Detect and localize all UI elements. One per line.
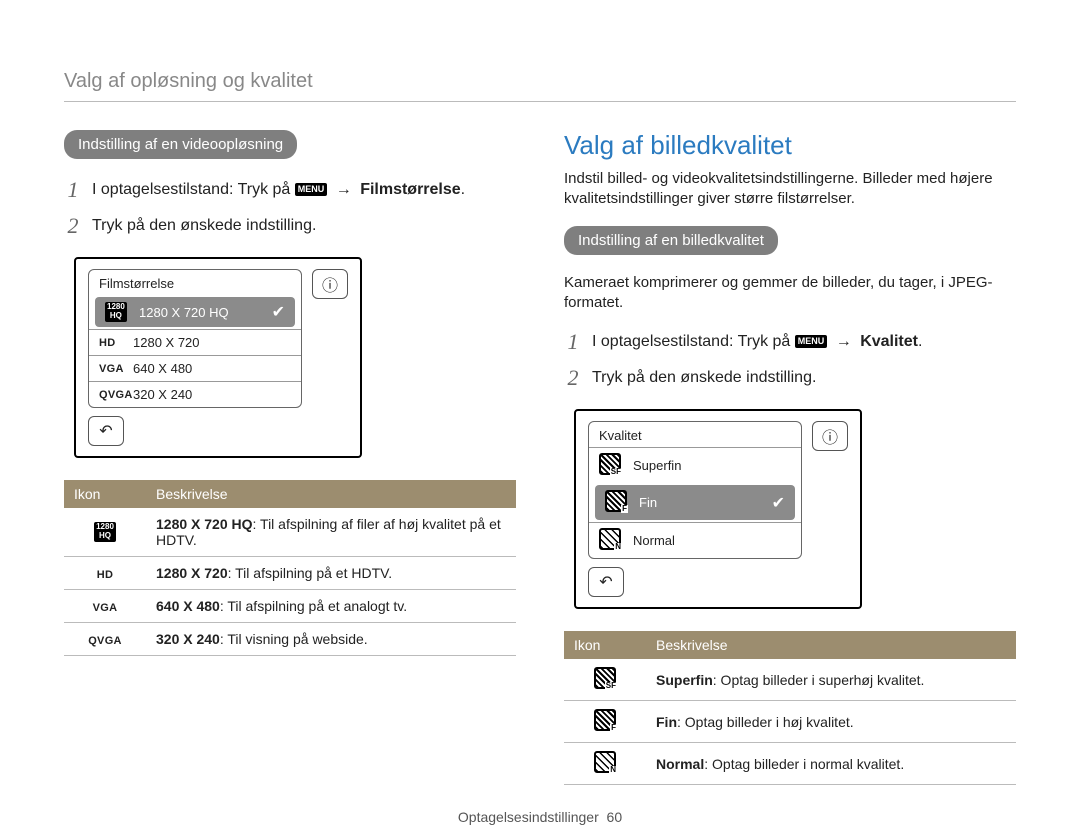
normal-icon: [564, 743, 646, 785]
table-row: Fin: Optag billeder i høj kvalitet.: [564, 701, 1016, 743]
footer-section: Optagelsesindstillinger: [458, 809, 599, 825]
fine-icon: [605, 490, 639, 515]
hd-icon: HD: [64, 557, 146, 590]
normal-icon: [599, 528, 633, 553]
jpeg-text: Kameraet komprimerer og gemmer de billed…: [564, 273, 1016, 314]
quality-desc-table: Ikon Beskrivelse Superfin: Optag billede…: [564, 631, 1016, 785]
th-ikon: Ikon: [564, 631, 646, 659]
page-footer: Optagelsesindstillinger 60: [64, 809, 1016, 825]
footer-page: 60: [607, 809, 623, 825]
check-icon: ✔: [772, 493, 785, 513]
table-row: Normal: Optag billeder i normal kvalitet…: [564, 743, 1016, 785]
pill-image-quality: Indstilling af en billedkvalitet: [564, 226, 778, 255]
steps-left: 1 I optagelsestilstand: Tryk på MENU → F…: [64, 177, 516, 239]
intro-text: Indstil billed- og videokvalitetsindstil…: [564, 169, 1016, 210]
steps-right: 1 I optagelsestilstand: Tryk på MENU → K…: [564, 329, 1016, 391]
step-2: 2 Tryk på den ønskede indstilling.: [64, 213, 516, 239]
screen-panel: Filmstørrelse 1280HQ 1280 X 720 HQ ✔ HD …: [88, 269, 302, 408]
info-button[interactable]: ⓘ: [812, 421, 848, 451]
screen-row-superfin[interactable]: Superfin: [589, 447, 801, 483]
superfine-icon: [599, 453, 633, 478]
camera-screen-left: Filmstørrelse 1280HQ 1280 X 720 HQ ✔ HD …: [74, 257, 362, 458]
th-beskrivelse: Beskrivelse: [146, 480, 516, 508]
screen-panel: Kvalitet Superfin Fin ✔: [588, 421, 802, 559]
video-desc-table: Ikon Beskrivelse 1280HQ 1280 X 720 HQ: T…: [64, 480, 516, 656]
step-2: 2 Tryk på den ønskede indstilling.: [564, 365, 1016, 391]
arrow-icon: →: [336, 181, 352, 198]
step-text: Tryk på den ønskede indstilling.: [592, 369, 816, 387]
th-ikon: Ikon: [64, 480, 146, 508]
desc-cell: Superfin: Optag billeder i superhøj kval…: [646, 659, 1016, 701]
th-beskrivelse: Beskrivelse: [646, 631, 1016, 659]
step-tail: .: [461, 181, 465, 198]
info-button[interactable]: ⓘ: [312, 269, 348, 299]
hd-icon: HD: [99, 337, 133, 349]
screen-row-fin[interactable]: Fin ✔: [595, 485, 795, 520]
table-row: VGA 640 X 480: Til afspilning på et anal…: [64, 590, 516, 623]
menu-icon: MENU: [795, 335, 828, 348]
desc-cell: Fin: Optag billeder i høj kvalitet.: [646, 701, 1016, 743]
step-tail: .: [918, 333, 922, 350]
section-title: Valg af billedkvalitet: [564, 130, 1016, 161]
hd1280-icon: 1280HQ: [64, 508, 146, 557]
step-pre: I optagelsestilstand: Tryk på: [592, 333, 795, 350]
back-button[interactable]: ↶: [88, 416, 124, 446]
step-pre: I optagelsestilstand: Tryk på: [92, 181, 295, 198]
qvga-icon: QVGA: [99, 389, 133, 401]
step-text: I optagelsestilstand: Tryk på MENU → Fil…: [92, 181, 465, 199]
arrow-icon: →: [836, 333, 852, 350]
row-label: 640 X 480: [133, 361, 291, 376]
row-label: 1280 X 720: [133, 335, 291, 350]
screen-title: Kvalitet: [589, 422, 801, 447]
vga-icon: VGA: [99, 363, 133, 375]
step-bold: Kvalitet: [860, 333, 918, 350]
desc-cell: Normal: Optag billeder i normal kvalitet…: [646, 743, 1016, 785]
breadcrumb: Valg af opløsning og kvalitet: [64, 70, 1016, 93]
pill-video-resolution: Indstilling af en videoopløsning: [64, 130, 297, 159]
table-row: 1280HQ 1280 X 720 HQ: Til afspilning af …: [64, 508, 516, 557]
step-1: 1 I optagelsestilstand: Tryk på MENU → K…: [564, 329, 1016, 355]
row-label: Superfin: [633, 458, 791, 473]
check-icon: ✔: [272, 302, 285, 322]
step-number: 2: [564, 365, 582, 391]
row-label: Normal: [633, 533, 791, 548]
left-column: Indstilling af en videoopløsning 1 I opt…: [64, 130, 516, 785]
divider: [64, 101, 1016, 102]
camera-screen-right: Kvalitet Superfin Fin ✔: [574, 409, 862, 609]
menu-icon: MENU: [295, 183, 328, 196]
qvga-icon: QVGA: [64, 623, 146, 656]
back-button[interactable]: ↶: [588, 567, 624, 597]
screen-row-320[interactable]: QVGA 320 X 240: [89, 381, 301, 407]
vga-icon: VGA: [64, 590, 146, 623]
step-number: 1: [564, 329, 582, 355]
right-column: Valg af billedkvalitet Indstil billed- o…: [564, 130, 1016, 785]
row-label: Fin: [639, 495, 772, 510]
step-text: I optagelsestilstand: Tryk på MENU → Kva…: [592, 333, 922, 351]
superfine-icon: [564, 659, 646, 701]
desc-cell: 320 X 240: Til visning på webside.: [146, 623, 516, 656]
row-label: 1280 X 720 HQ: [139, 305, 272, 320]
desc-cell: 1280 X 720: Til afspilning på et HDTV.: [146, 557, 516, 590]
step-bold: Filmstørrelse: [360, 181, 460, 198]
step-number: 1: [64, 177, 82, 203]
row-label: 320 X 240: [133, 387, 291, 402]
hd1280-icon: 1280HQ: [105, 302, 139, 322]
step-1: 1 I optagelsestilstand: Tryk på MENU → F…: [64, 177, 516, 203]
screen-row-normal[interactable]: Normal: [589, 522, 801, 558]
screen-row-1280hq[interactable]: 1280HQ 1280 X 720 HQ ✔: [95, 297, 295, 327]
table-row: QVGA 320 X 240: Til visning på webside.: [64, 623, 516, 656]
table-row: HD 1280 X 720: Til afspilning på et HDTV…: [64, 557, 516, 590]
desc-cell: 640 X 480: Til afspilning på et analogt …: [146, 590, 516, 623]
table-row: Superfin: Optag billeder i superhøj kval…: [564, 659, 1016, 701]
step-text: Tryk på den ønskede indstilling.: [92, 217, 316, 235]
step-number: 2: [64, 213, 82, 239]
screen-title: Filmstørrelse: [89, 270, 301, 295]
screen-row-640[interactable]: VGA 640 X 480: [89, 355, 301, 381]
fine-icon: [564, 701, 646, 743]
desc-cell: 1280 X 720 HQ: Til afspilning af filer a…: [146, 508, 516, 557]
screen-row-1280[interactable]: HD 1280 X 720: [89, 329, 301, 355]
